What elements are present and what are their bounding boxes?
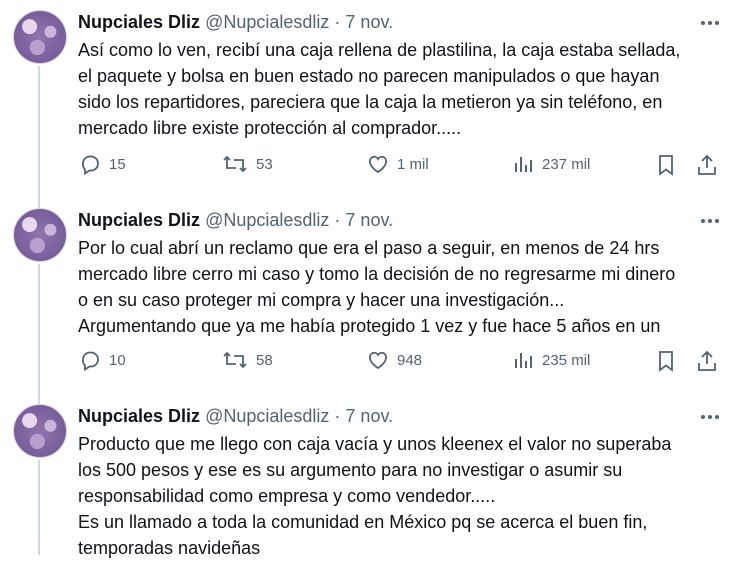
- separator: ·: [334, 406, 341, 426]
- reply-button[interactable]: 15: [79, 153, 126, 175]
- reply-icon: [79, 349, 101, 371]
- bookmark-icon[interactable]: [655, 153, 677, 177]
- author-name[interactable]: Nupciales Dliz: [78, 406, 200, 426]
- reply-count: 10: [109, 351, 126, 369]
- reply-button[interactable]: 10: [79, 349, 126, 371]
- retweet-button[interactable]: 53: [222, 153, 273, 175]
- author-handle[interactable]: @Nupcialesdliz: [205, 406, 329, 426]
- retweet-button[interactable]: 58: [222, 349, 273, 371]
- retweet-icon: [222, 349, 248, 371]
- tweet-1[interactable]: Nupciales Dliz @Nupcialesdliz · 7 nov. A…: [0, 0, 732, 198]
- tweet-date[interactable]: 7 nov.: [345, 12, 393, 32]
- views-icon: [512, 349, 534, 371]
- more-icon[interactable]: [696, 210, 724, 232]
- more-icon[interactable]: [696, 406, 724, 428]
- views-button[interactable]: 235 mil: [512, 349, 590, 371]
- author-name[interactable]: Nupciales Dliz: [78, 12, 200, 32]
- retweet-count: 58: [256, 351, 273, 369]
- like-icon: [367, 153, 389, 175]
- avatar[interactable]: [13, 404, 67, 458]
- like-button[interactable]: 1 mil: [367, 153, 429, 175]
- reply-icon: [79, 153, 101, 175]
- tweet-text: Así como lo ven, recibí una caja rellena…: [78, 40, 681, 138]
- share-icon[interactable]: [696, 153, 718, 177]
- avatar[interactable]: [13, 208, 67, 262]
- like-count: 948: [397, 351, 423, 369]
- views-count: 237 mil: [542, 155, 591, 173]
- like-count: 1 mil: [397, 155, 429, 173]
- author-handle[interactable]: @Nupcialesdliz: [205, 210, 329, 230]
- tweet-2[interactable]: Nupciales Dliz @Nupcialesdliz · 7 nov. P…: [0, 198, 732, 394]
- tweet-header: Nupciales Dliz @Nupcialesdliz · 7 nov.: [78, 208, 393, 232]
- reply-count: 15: [109, 155, 126, 173]
- avatar[interactable]: [13, 10, 67, 64]
- retweet-icon: [222, 153, 248, 175]
- tweet-date[interactable]: 7 nov.: [345, 406, 393, 426]
- like-button[interactable]: 948: [367, 349, 422, 371]
- share-icon[interactable]: [696, 349, 718, 373]
- separator: ·: [334, 210, 341, 230]
- tweet-header: Nupciales Dliz @Nupcialesdliz · 7 nov.: [78, 10, 393, 34]
- tweet-actions: 15 53 1 mil 237 mil: [0, 153, 732, 183]
- separator: ·: [334, 12, 341, 32]
- like-icon: [367, 349, 389, 371]
- tweet-3[interactable]: Nupciales Dliz @Nupcialesdliz · 7 nov. P…: [0, 394, 732, 558]
- views-button[interactable]: 237 mil: [512, 153, 590, 175]
- views-count: 235 mil: [542, 351, 591, 369]
- tweet-text: Producto que me llego con caja vacía y u…: [78, 434, 672, 558]
- views-icon: [512, 153, 534, 175]
- retweet-count: 53: [256, 155, 273, 173]
- tweet-header: Nupciales Dliz @Nupcialesdliz · 7 nov.: [78, 404, 393, 428]
- bookmark-icon[interactable]: [655, 349, 677, 373]
- tweet-actions: 10 58 948 235 mil: [0, 349, 732, 379]
- tweet-text: Por lo cual abrí un reclamo que era el p…: [78, 238, 676, 336]
- tweet-date[interactable]: 7 nov.: [345, 210, 393, 230]
- more-icon[interactable]: [696, 12, 724, 34]
- author-handle[interactable]: @Nupcialesdliz: [205, 12, 329, 32]
- author-name[interactable]: Nupciales Dliz: [78, 210, 200, 230]
